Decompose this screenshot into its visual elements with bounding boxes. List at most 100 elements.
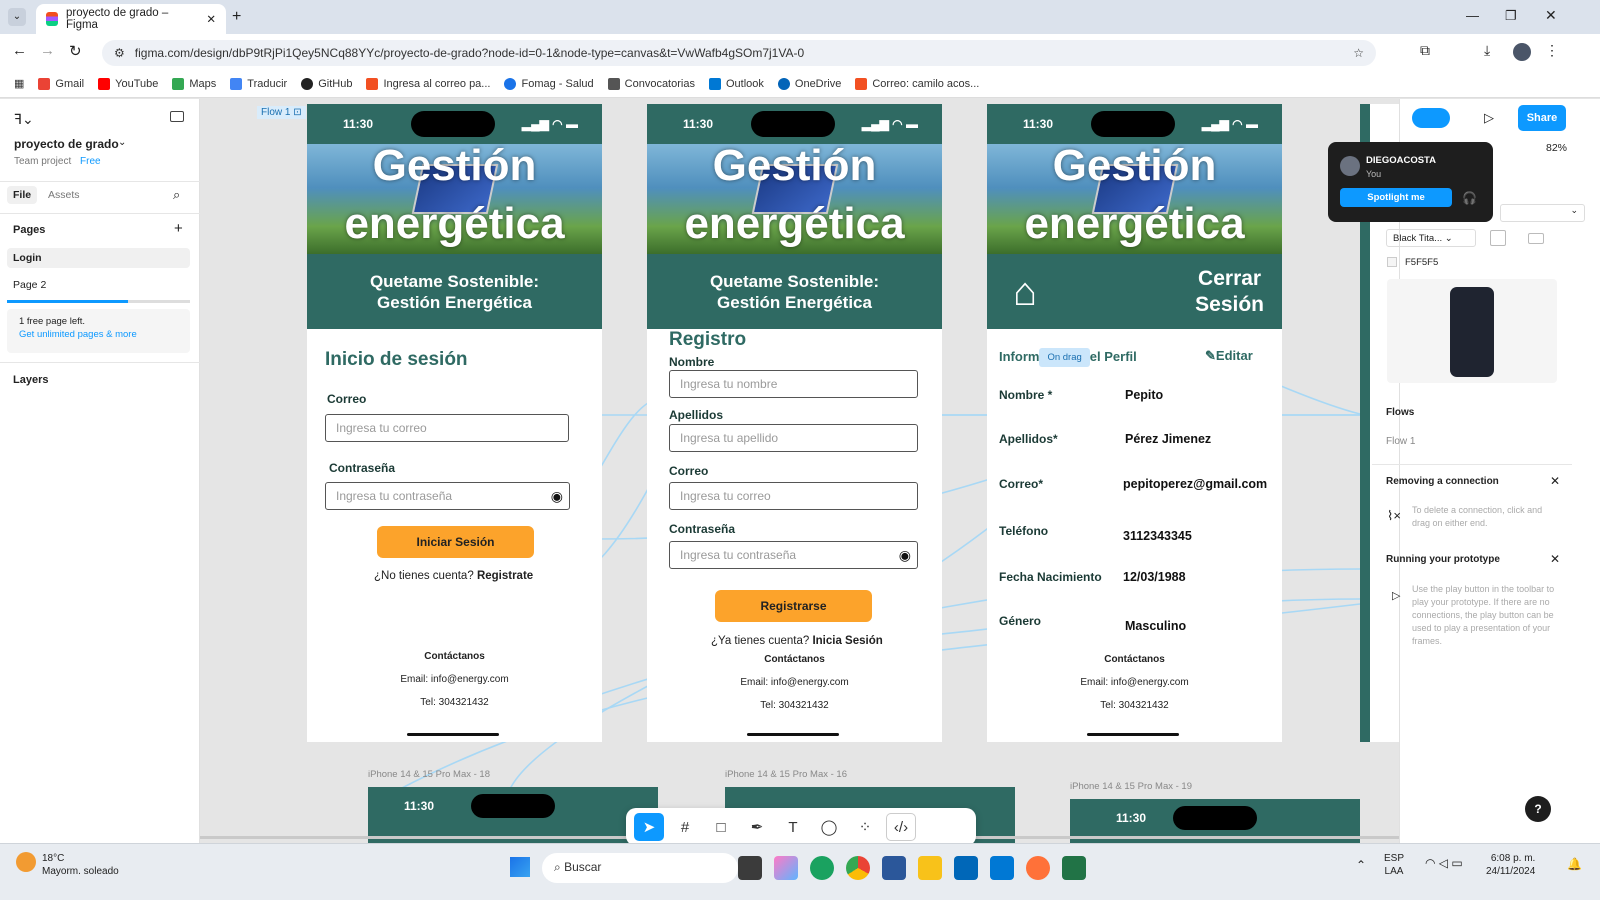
eye-icon[interactable]: ◉ [899,547,911,564]
restore-button[interactable]: ❐ [1505,8,1517,24]
bookmark-correo-camilo[interactable]: Correo: camilo acos... [855,77,979,90]
frame-tool-icon[interactable]: # [670,813,700,841]
email-input[interactable]: Ingresa tu correo [325,414,569,442]
share-button[interactable]: Share [1518,105,1566,131]
browser-tab[interactable]: proyecto de grado – Figma ✕ [36,4,226,34]
store-icon[interactable] [954,856,978,880]
close-icon[interactable]: ✕ [1550,552,1560,566]
chrome-icon[interactable] [846,856,870,880]
flow-start-label[interactable]: Flow 1 ⊡ [257,106,306,119]
apps-grid-icon[interactable]: ▦ [14,77,24,90]
multiplayer-avatars[interactable] [1412,108,1450,128]
bookmark-traducir[interactable]: Traducir [230,77,287,90]
window-close-button[interactable]: ✕ [1545,7,1557,24]
figma-menu-icon[interactable]: ꟻ⌄ [14,111,34,128]
edge-icon[interactable] [810,856,834,880]
eye-icon[interactable]: ◉ [551,488,563,505]
tab-search-button[interactable]: ⌄ [8,8,26,26]
more-menu-icon[interactable]: ⋮ [1545,42,1559,59]
site-info-icon[interactable]: ⚙ [114,46,125,60]
name-input[interactable]: Ingresa tu nombre [669,370,918,398]
frame-18-preview[interactable]: 11:30 [368,787,658,843]
password-input[interactable]: Ingresa tu contraseña ◉ [669,541,918,569]
notification-bell-icon[interactable]: 🔔 [1567,857,1582,871]
background-color-field[interactable]: F5F5F5 [1387,257,1572,268]
download-icon[interactable]: ⤓ [1484,42,1490,59]
minimize-button[interactable]: — [1466,8,1479,23]
firefox-icon[interactable] [1026,856,1050,880]
forward-arrow-icon[interactable]: → [40,42,55,59]
frame-label-19[interactable]: iPhone 14 & 15 Pro Max - 19 [1070,781,1192,792]
bookmark-fomag[interactable]: Fomag - Salud [504,77,594,90]
dev-mode-icon[interactable]: ‹/› [886,813,916,841]
profile-avatar[interactable] [1513,43,1531,61]
figma-canvas[interactable]: Flow 1 ⊡ 11:30 ▂▄▆ ◠ ▬ Gestión energética … [200,99,1399,843]
search-icon[interactable]: ⌕ [173,187,180,203]
page-item-page2[interactable]: Page 2 [13,279,46,291]
edit-button[interactable]: ✎Editar [1205,348,1253,364]
bookmark-onedrive[interactable]: OneDrive [777,77,841,90]
close-icon[interactable]: ✕ [1550,474,1560,488]
copilot-icon[interactable] [774,856,798,880]
login-frame[interactable]: 11:30 ▂▄▆ ◠ ▬ Gestión energética Quetame S… [307,104,602,742]
back-arrow-icon[interactable]: ← [12,42,27,59]
plan-badge[interactable]: Free [80,156,101,167]
comment-tool-icon[interactable]: ◯ [814,813,844,841]
spotlight-button[interactable]: Spotlight me [1340,188,1452,207]
file-explorer-icon[interactable] [918,856,942,880]
home-icon[interactable]: ⌂ [1013,272,1037,312]
bookmark-star-icon[interactable]: ☆ [1353,46,1364,60]
register-link[interactable]: Registrate [477,570,533,582]
rectangle-tool-icon[interactable]: □ [706,813,736,841]
help-button[interactable]: ? [1525,796,1551,822]
windows-start-icon[interactable] [510,857,530,877]
extensions-icon[interactable]: ⧉ [1420,42,1430,59]
device-select[interactable]: Black Tita... ⌄ [1386,229,1476,247]
url-bar[interactable]: ⚙ figma.com/design/dbP9tRjPi1Qey5NCq88YY… [102,40,1376,66]
weather-icon[interactable] [16,852,36,872]
password-input[interactable]: Ingresa tu contraseña ◉ [325,482,570,510]
register-frame[interactable]: 11:30 ▂▄▆ ◠ ▬ Gestión energética Quetame S… [647,104,942,742]
upgrade-link[interactable]: Get unlimited pages & more [19,328,178,341]
zoom-level[interactable]: 82% [1546,142,1567,154]
weather-widget[interactable]: 18°C Mayorm. soleado [42,852,119,878]
task-view-icon[interactable] [738,856,762,880]
logout-button[interactable]: Cerrar Sesión [1195,266,1264,318]
landscape-icon[interactable] [1528,233,1544,244]
flow-item[interactable]: Flow 1 [1386,436,1415,447]
taskbar-search[interactable]: ⌕ Buscar [542,853,738,883]
bookmark-github[interactable]: GitHub [301,77,352,90]
new-tab-button[interactable]: + [232,8,241,26]
page-item-login[interactable]: Login [7,248,190,268]
register-button[interactable]: Registrarse [715,590,872,622]
file-name[interactable]: proyecto de grado [14,137,119,151]
play-icon[interactable]: ▷ [1484,110,1494,126]
reload-icon[interactable]: ↻ [69,42,82,60]
frame-label-18[interactable]: iPhone 14 & 15 Pro Max - 18 [368,769,490,780]
word-icon[interactable] [882,856,906,880]
login-button[interactable]: Iniciar Sesión [377,526,534,558]
language-indicator[interactable]: ESP LAA [1384,852,1404,878]
excel-icon[interactable] [1062,856,1086,880]
move-tool-icon[interactable]: ➤ [634,813,664,841]
bookmark-maps[interactable]: Maps [172,77,216,90]
tab-assets[interactable]: Assets [48,189,80,201]
close-icon[interactable]: ✕ [206,12,216,26]
chevron-down-icon[interactable]: ⌄ [118,137,126,148]
clock[interactable]: 6:08 p. m. 24/11/2024 [1486,852,1535,878]
text-tool-icon[interactable]: T [778,813,808,841]
outlook-icon[interactable] [990,856,1014,880]
bookmark-gmail[interactable]: Gmail [38,77,84,90]
lastname-input[interactable]: Ingresa tu apellido [669,424,918,452]
wifi-volume-battery-icon[interactable]: ◠ ◁ ▭ [1425,856,1463,870]
bookmark-correo[interactable]: Ingresa al correo pa... [366,77,490,90]
tab-file[interactable]: File [7,186,38,204]
headphones-icon[interactable]: 🎧 [1462,191,1477,205]
frame-label-16[interactable]: iPhone 14 & 15 Pro Max - 16 [725,769,847,780]
bookmark-outlook[interactable]: Outlook [708,77,764,90]
profile-frame[interactable]: 11:30 ▂▄▆ ◠ ▬ Gestión energética ⌂ Cerrar S… [987,104,1282,742]
portrait-icon[interactable] [1490,230,1506,246]
login-link[interactable]: Inicia Sesión [812,635,882,647]
bookmark-youtube[interactable]: YouTube [98,77,158,90]
bookmark-convocatorias[interactable]: Convocatorias [607,77,695,90]
